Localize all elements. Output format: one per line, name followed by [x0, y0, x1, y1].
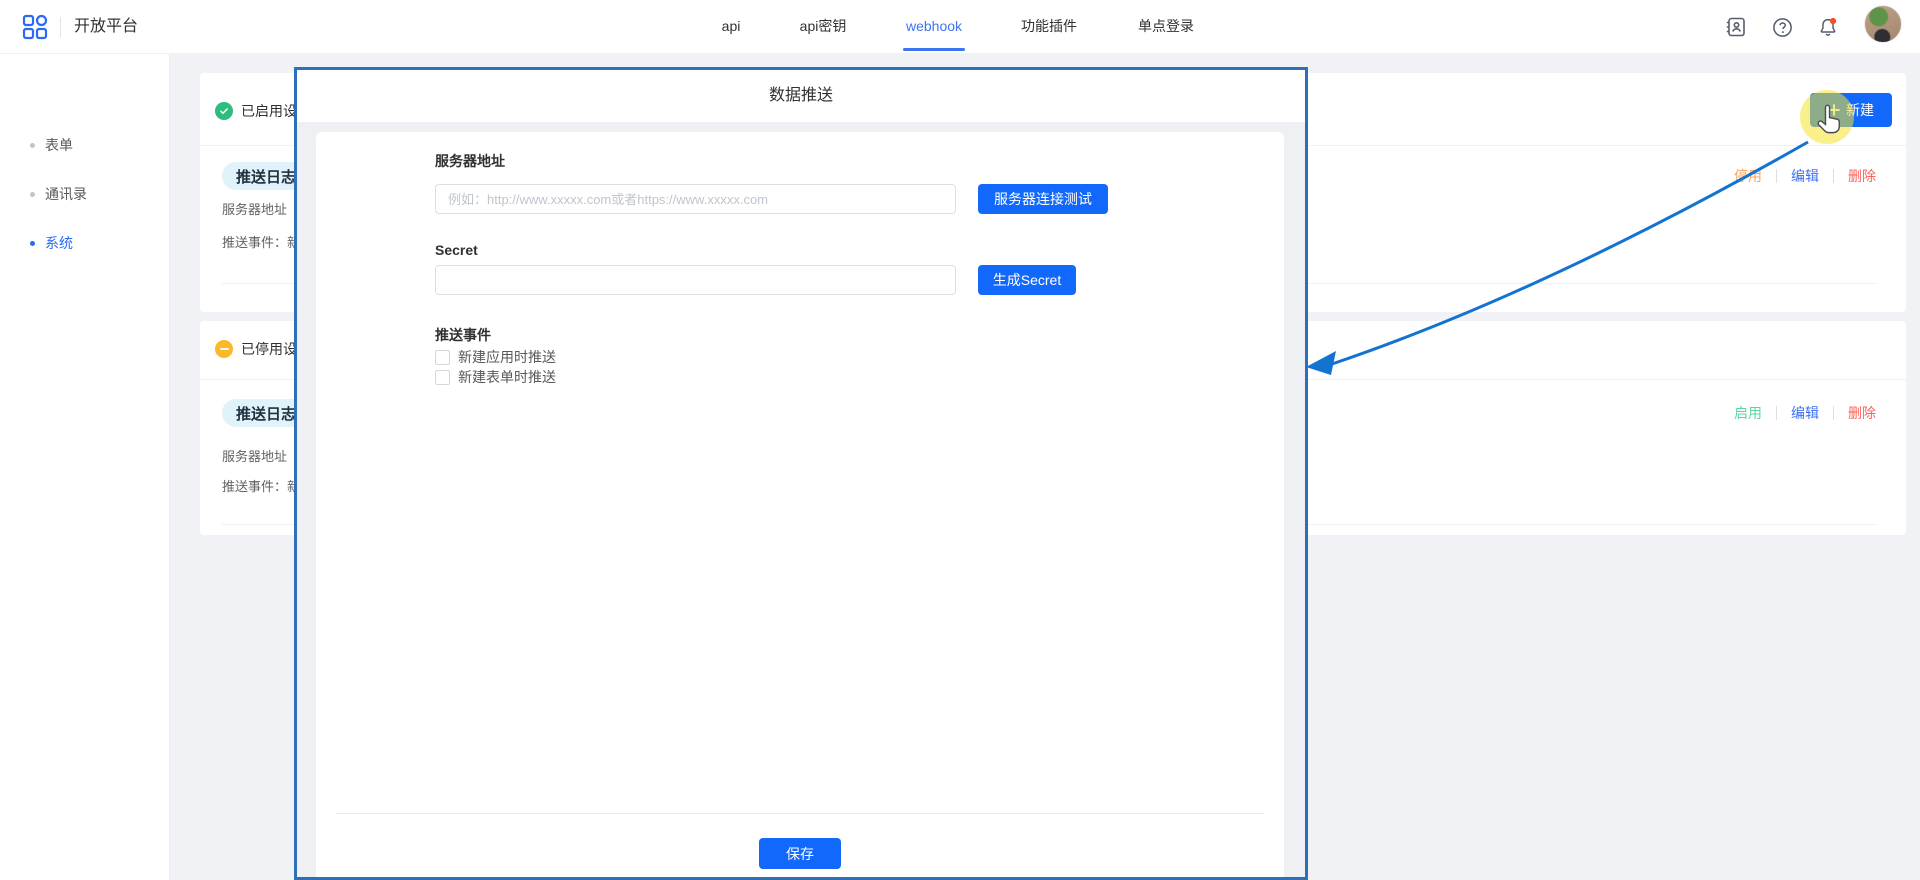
disabled-minus-icon	[215, 340, 233, 358]
push-event-option-form: 新建表单时推送	[435, 368, 556, 386]
bullet-icon	[30, 192, 35, 197]
save-button[interactable]: 保存	[759, 838, 841, 869]
tab-api-key[interactable]: api密钥	[789, 0, 857, 54]
divider	[1833, 169, 1834, 183]
checkbox-new-app[interactable]	[435, 350, 450, 365]
card-status-row: 已停用设	[215, 339, 297, 359]
user-avatar[interactable]	[1864, 5, 1902, 43]
edit-link[interactable]: 编辑	[1791, 166, 1819, 186]
help-icon[interactable]	[1766, 11, 1798, 43]
sidebar-item-label: 系统	[45, 233, 73, 253]
push-event-option-app: 新建应用时推送	[435, 348, 556, 366]
bullet-icon	[30, 241, 35, 246]
status-label: 已启用设	[241, 101, 297, 121]
plus-icon	[1828, 104, 1840, 116]
divider	[1776, 169, 1777, 183]
divider	[336, 813, 1264, 814]
bullet-icon	[30, 143, 35, 148]
modal-title: 数据推送	[297, 70, 1305, 122]
tab-webhook[interactable]: webhook	[897, 0, 971, 54]
push-event-line: 推送事件：新	[222, 232, 300, 251]
card-status-row: 已启用设	[215, 101, 297, 121]
sidebar-item-contacts[interactable]: 通讯录	[0, 184, 170, 204]
new-button[interactable]: 新建	[1810, 93, 1892, 127]
disable-link[interactable]: 停用	[1734, 166, 1762, 186]
sidebar-item-form[interactable]: 表单	[0, 135, 170, 155]
divider	[1833, 406, 1834, 420]
title-divider	[60, 17, 61, 37]
secret-label: Secret	[435, 242, 478, 258]
data-push-modal: 数据推送 服务器地址 服务器连接测试 Secret 生成Secret 推送事件 …	[294, 67, 1308, 880]
generate-secret-button[interactable]: 生成Secret	[978, 265, 1076, 295]
entry-actions: 启用 编辑 删除	[1734, 403, 1876, 423]
tab-plugins[interactable]: 功能插件	[1013, 0, 1085, 54]
server-address-line: 服务器地址	[222, 199, 287, 218]
modal-body: 服务器地址 服务器连接测试 Secret 生成Secret 推送事件 新建应用时…	[316, 132, 1284, 877]
push-event-line: 推送事件：新	[222, 476, 300, 495]
sidebar: 表单 通讯录 系统	[0, 54, 170, 880]
app-grid-icon[interactable]	[22, 14, 48, 40]
tab-sso[interactable]: 单点登录	[1130, 0, 1202, 54]
server-address-input[interactable]	[435, 184, 956, 214]
checkbox-label[interactable]: 新建表单时推送	[458, 367, 556, 387]
tab-api[interactable]: api	[707, 0, 755, 54]
server-test-button[interactable]: 服务器连接测试	[978, 184, 1108, 214]
server-address-line: 服务器地址	[222, 446, 287, 465]
push-events-label: 推送事件	[435, 325, 491, 345]
page-title: 开放平台	[74, 0, 138, 54]
delete-link[interactable]: 删除	[1848, 403, 1876, 423]
edit-link[interactable]: 编辑	[1791, 403, 1819, 423]
sidebar-item-label: 表单	[45, 135, 73, 155]
enabled-check-icon	[215, 102, 233, 120]
new-button-label: 新建	[1846, 100, 1874, 120]
checkbox-label[interactable]: 新建应用时推送	[458, 347, 556, 367]
notification-bell-icon[interactable]	[1812, 11, 1844, 43]
sidebar-item-label: 通讯录	[45, 184, 87, 204]
checkbox-new-form[interactable]	[435, 370, 450, 385]
divider	[1776, 406, 1777, 420]
delete-link[interactable]: 删除	[1848, 166, 1876, 186]
entry-actions: 停用 编辑 删除	[1734, 166, 1876, 186]
status-label: 已停用设	[241, 339, 297, 359]
secret-input[interactable]	[435, 265, 956, 295]
enable-link[interactable]: 启用	[1734, 403, 1762, 423]
sidebar-item-system[interactable]: 系统	[0, 233, 170, 253]
top-header: 开放平台 api api密钥 webhook 功能插件 单点登录	[0, 0, 1920, 54]
address-book-icon[interactable]	[1720, 11, 1752, 43]
server-address-label: 服务器地址	[435, 151, 505, 171]
